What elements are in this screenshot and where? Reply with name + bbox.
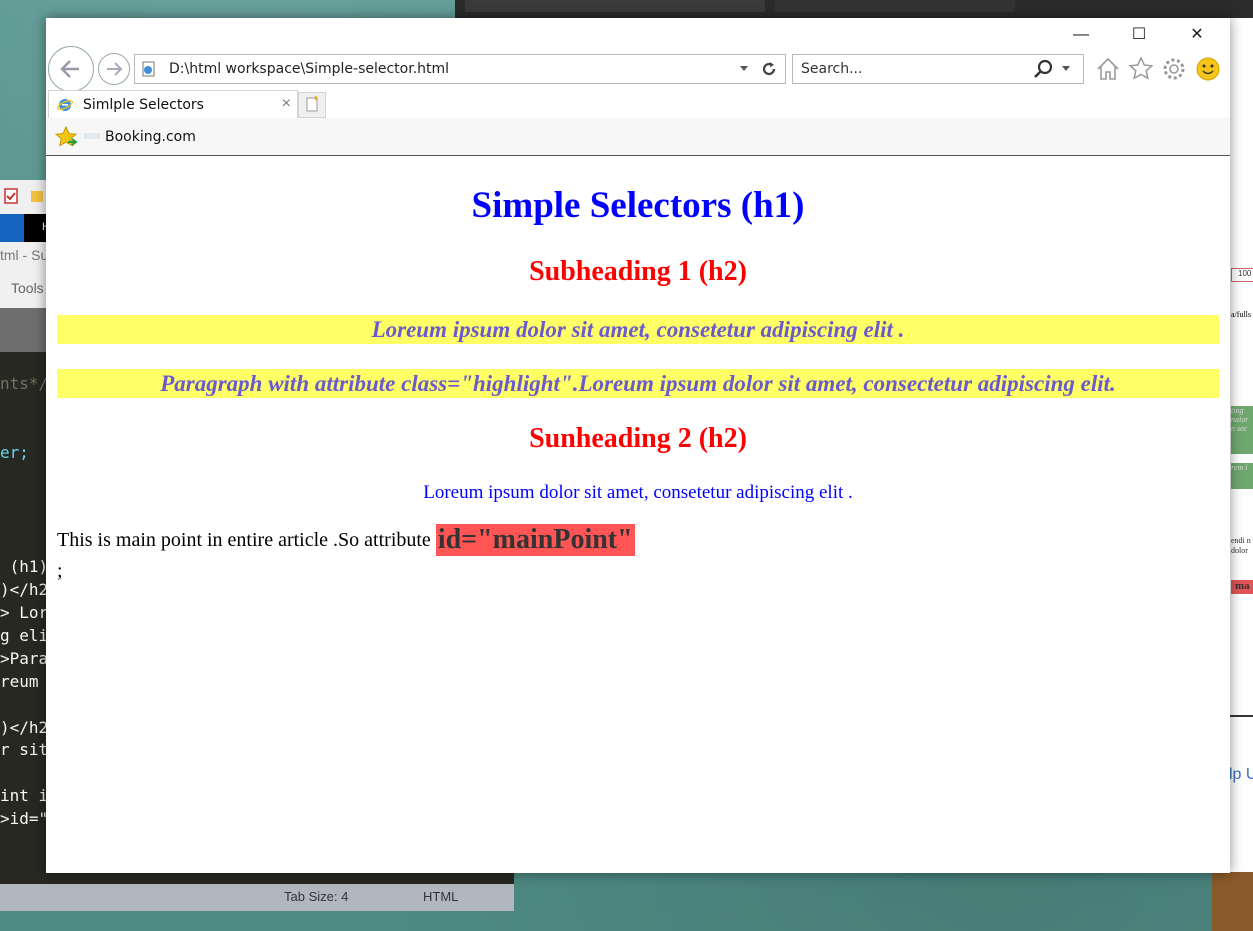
search-box[interactable]: Search... bbox=[792, 54, 1084, 84]
magnifier-icon[interactable] bbox=[1033, 59, 1055, 79]
code-line: reum bbox=[0, 671, 49, 691]
tab-title: Simlple Selectors bbox=[83, 97, 204, 113]
link-fragment[interactable]: lp U bbox=[1229, 766, 1253, 784]
text-fragment: endi n bbox=[1231, 536, 1251, 545]
subheading-2: Sunheading 2 (h2) bbox=[529, 423, 747, 454]
red-fragment: ma bbox=[1231, 580, 1253, 594]
checklist-icon bbox=[4, 188, 18, 204]
text-fragment: dolor bbox=[1231, 546, 1248, 555]
code-line: (h1) bbox=[0, 557, 49, 577]
tab-strip: Simlple Selectors × bbox=[46, 90, 1230, 119]
code-line: nts*/ bbox=[0, 374, 49, 393]
favorites-star-icon[interactable] bbox=[54, 125, 78, 149]
search-input[interactable]: Search... bbox=[801, 61, 862, 77]
main-point-text: This is main point in entire article .So… bbox=[57, 529, 436, 551]
code-line: g eli bbox=[0, 625, 49, 645]
green-fragment: ting naior n sec bbox=[1231, 406, 1253, 454]
title-bar: — ☐ ✕ bbox=[46, 18, 1230, 52]
maximize-button[interactable]: ☐ bbox=[1110, 18, 1168, 52]
ie-logo-icon bbox=[57, 99, 73, 111]
main-point-line: This is main point in entire article .So… bbox=[57, 524, 635, 556]
close-button[interactable]: ✕ bbox=[1168, 18, 1226, 52]
status-tab-size[interactable]: Tab Size: 4 bbox=[284, 889, 348, 904]
web-page: Simple Selectors (h1) Subheading 1 (h2) … bbox=[46, 156, 1230, 873]
back-arrow-icon bbox=[60, 60, 79, 78]
fragment-text: naior bbox=[1231, 415, 1249, 424]
wood-fragment bbox=[1212, 872, 1253, 931]
code-line: )</h2 bbox=[0, 717, 49, 737]
code-line: >Para bbox=[0, 648, 49, 668]
home-icon[interactable] bbox=[1095, 56, 1121, 82]
search-dropdown-icon[interactable] bbox=[1061, 65, 1071, 73]
path-fragment: a/fulls bbox=[1231, 310, 1251, 319]
plain-paragraph: Loreum ipsum dolor sit amet, consetetur … bbox=[423, 482, 853, 503]
editor-menu-tools[interactable]: Tools bbox=[11, 280, 44, 296]
new-tab-button[interactable] bbox=[298, 92, 326, 118]
highlight-paragraph-1: Loreum ipsum dolor sit amet, consetetur … bbox=[57, 315, 1219, 344]
address-bar[interactable]: D:\html workspace\Simple-selector.html bbox=[134, 54, 786, 84]
green-fragment-2: rem i bbox=[1231, 463, 1253, 489]
code-line: er; bbox=[0, 442, 29, 462]
minimize-button[interactable]: — bbox=[1052, 18, 1110, 52]
tab-close-icon[interactable]: × bbox=[282, 95, 291, 113]
code-line: > Lor bbox=[0, 603, 49, 622]
right-background-window: 100 a/fulls ting naior n sec rem i endi … bbox=[1228, 18, 1253, 880]
address-text[interactable]: D:\html workspace\Simple-selector.html bbox=[169, 61, 449, 77]
forward-button[interactable] bbox=[98, 53, 130, 85]
folder-icon bbox=[31, 191, 43, 202]
booking-favicon bbox=[84, 133, 100, 139]
page-icon bbox=[142, 61, 155, 77]
gear-icon[interactable] bbox=[1161, 56, 1187, 82]
divider-line bbox=[1229, 715, 1253, 717]
status-syntax[interactable]: HTML bbox=[423, 889, 458, 904]
code-line: r sit bbox=[0, 740, 49, 760]
fragment-text: n sec bbox=[1231, 424, 1248, 433]
editor-blue-tab bbox=[0, 214, 24, 242]
code-line: )</h2 bbox=[0, 580, 49, 600]
star-icon[interactable] bbox=[1128, 56, 1154, 82]
editor-title-text: tml - Su bbox=[0, 247, 49, 263]
refresh-icon[interactable] bbox=[759, 59, 779, 79]
fragment-text: ting bbox=[1231, 406, 1244, 415]
zoom-fragment: 100 bbox=[1231, 268, 1253, 282]
editor-status-bar: Tab Size: 4 HTML bbox=[0, 884, 514, 911]
tab-simple-selectors[interactable]: Simlple Selectors × bbox=[48, 90, 298, 119]
background-window-top bbox=[455, 0, 1253, 20]
favorites-bar: Booking.com bbox=[46, 118, 1230, 156]
forward-arrow-icon bbox=[107, 62, 123, 76]
page-title-h1: Simple Selectors (h1) bbox=[471, 185, 805, 226]
highlight-paragraph-2: Paragraph with attribute class="highligh… bbox=[57, 369, 1219, 398]
ie-browser-window[interactable]: — ☐ ✕ D:\html workspace\Simple-selector.… bbox=[46, 18, 1230, 873]
trailing-semicolon: ; bbox=[57, 560, 63, 582]
smiley-icon[interactable] bbox=[1195, 56, 1221, 82]
navigation-bar: D:\html workspace\Simple-selector.html S… bbox=[46, 46, 1230, 92]
back-button[interactable] bbox=[48, 46, 94, 92]
favorite-booking[interactable]: Booking.com bbox=[105, 129, 196, 145]
dropdown-icon[interactable] bbox=[739, 65, 749, 73]
main-point-span: id="mainPoint" bbox=[435, 524, 635, 556]
subheading-1: Subheading 1 (h2) bbox=[529, 256, 747, 287]
new-tab-icon bbox=[306, 95, 319, 112]
code-line: int i bbox=[0, 786, 49, 806]
